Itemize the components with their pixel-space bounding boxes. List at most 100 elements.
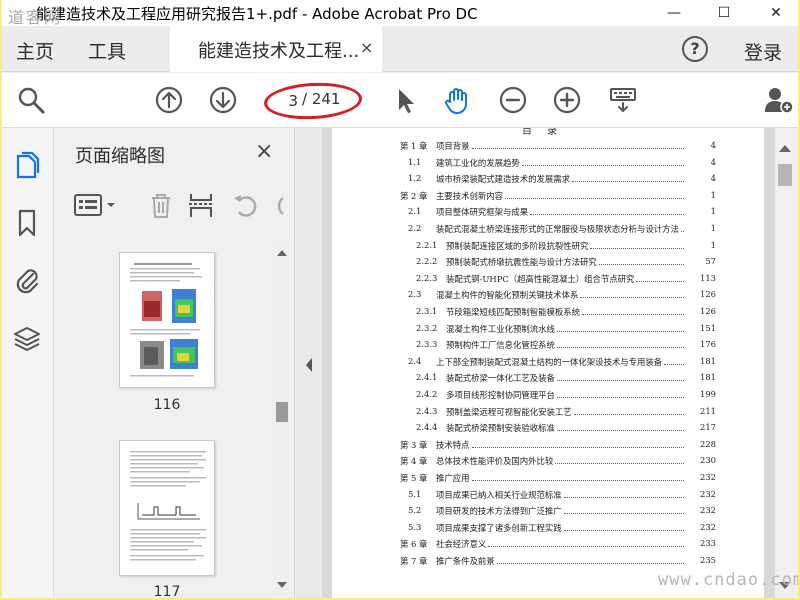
toc-entry[interactable]: 2.4.3 预制盖梁远程可视智能化安装工艺 211 — [332, 406, 764, 418]
close-window-button[interactable]: ✕ — [758, 0, 794, 26]
toc-entry-title: 项目成果已纳入相关行业规范标准 — [436, 489, 562, 500]
toc-entry-page: 57 — [705, 256, 716, 267]
bookmark-icon[interactable] — [13, 208, 41, 238]
tab-tools[interactable]: 工具 — [88, 37, 126, 64]
zoom-out-icon[interactable] — [498, 85, 528, 115]
toc-entry[interactable]: 2.2.3 装配式钢-UHPC（超高性能混凝土）组合节点研究 113 — [332, 273, 764, 285]
page-total-label: / 241 — [302, 90, 341, 108]
select-arrow-icon[interactable] — [390, 85, 420, 115]
toc-leader-dots — [574, 413, 684, 415]
toc-entry[interactable]: 2.4.4 装配式桥梁预制安装验收标准 217 — [332, 422, 764, 434]
layers-icon[interactable] — [13, 324, 41, 354]
toc-entry-page: 232 — [700, 521, 716, 532]
toc-entry[interactable]: 2.3.2 混凝土构件工业化预制流水线 151 — [332, 323, 764, 335]
panel-splitter[interactable] — [296, 128, 322, 598]
toc-leader-dots — [557, 397, 684, 398]
page-thumbnails-icon[interactable] — [13, 150, 41, 180]
toc-leader-dots — [599, 264, 684, 266]
toc-entry[interactable]: 第 1 章项目背景 4 — [332, 140, 764, 152]
document-view[interactable]: 目 录 第 1 章项目背景 4 1.1 建筑工业化的发展趋势 4 1.2 城市桥梁装配式建造… — [322, 128, 774, 598]
toc-entry[interactable]: 2.2.1 预制装配连接区域的多阶段抗裂性研究 1 — [332, 240, 764, 252]
thumbnail-page-number: 116 — [153, 397, 181, 413]
page-down-icon[interactable] — [208, 85, 238, 115]
toc-entry[interactable]: 2.1 项目整体研究框架与成果 1 — [332, 206, 764, 218]
tab-document[interactable]: 能建造技术及工程... × — [170, 26, 382, 72]
tab-bar: 主页 工具 能建造技术及工程... × ? 登录 — [2, 26, 798, 72]
toc-entry[interactable]: 5.1 项目成果已纳入相关行业规范标准 232 — [332, 489, 764, 501]
attachment-icon[interactable] — [13, 264, 41, 294]
toc-entry-number: 2.2.2 — [416, 256, 438, 267]
toc-entry[interactable]: 2.3.1 节段箱梁短线匹配预制智能模板系统 126 — [332, 306, 764, 318]
extract-page-icon[interactable] — [187, 190, 215, 220]
minimize-button[interactable]: — — [656, 0, 692, 26]
toc-entry[interactable]: 第 7 章推广条件及前景 235 — [332, 555, 764, 567]
toc-heading: 目 录 — [522, 128, 564, 137]
search-icon[interactable] — [16, 85, 46, 115]
toc-entry-title: 推广条件及前景 — [436, 556, 495, 566]
keyboard-icon[interactable] — [608, 85, 638, 115]
toc-entry[interactable]: 2.4.1 装配式桥梁一体化工艺及装备 181 — [332, 372, 764, 384]
toc-leader-dots — [505, 197, 684, 199]
toc-entry-page: 211 — [700, 405, 716, 416]
toc-entry[interactable]: 1.2 城市桥梁装配式建造技术的发展需求 4 — [332, 173, 764, 185]
site-url-watermark: www.cndao.com — [658, 570, 798, 590]
toc-entry-page: 228 — [700, 438, 716, 449]
maximize-button[interactable]: ☐ — [706, 0, 742, 26]
delete-page-icon[interactable] — [147, 190, 175, 220]
thumbnail-page[interactable] — [119, 440, 215, 576]
toc-entry[interactable]: 5.3 项目成果支撑了诸多创新工程实践 232 — [332, 522, 764, 534]
zoom-in-icon[interactable] — [552, 85, 582, 115]
thumbnail-page[interactable] — [119, 252, 215, 388]
toc-entry[interactable]: 2.3 混凝土构件的智能化预制关键技术体系 126 — [332, 289, 764, 301]
acrobat-window: 能建造技术及工程应用研究报告1+.pdf - Adobe Acrobat Pro… — [2, 0, 798, 598]
toc-entry[interactable]: 5.2 项目研发的技术方法得到广泛推广 232 — [332, 505, 764, 517]
toc-entry-page: 232 — [700, 472, 716, 482]
toc-entry[interactable]: 2.2 装配式混凝土桥梁连接形式的正常服役与极限状态分析与设计方法 1 — [332, 223, 764, 235]
toc-entry-number: 2.4.4 — [416, 422, 438, 433]
toc-entry-number: 2.2 — [408, 223, 422, 233]
toc-entry[interactable]: 第 3 章技术特点 228 — [332, 439, 764, 451]
page-up-icon[interactable] — [154, 85, 184, 115]
thumbnail-list[interactable]: 116 117 — [55, 234, 275, 598]
toc-entry-number: 2.3.3 — [416, 339, 438, 350]
toc-entry[interactable]: 第 2 章主要技术创新内容 1 — [332, 190, 764, 202]
toc-leader-dots — [530, 214, 684, 216]
toc-entry-number: 第 7 章 — [400, 556, 428, 566]
rotate-counterclockwise-icon[interactable] — [231, 190, 259, 220]
toc-entry-title: 混凝土构件的智能化预制关键技术体系 — [436, 290, 579, 301]
toc-entry[interactable]: 2.4.2 多项目线形控制协同管理平台 199 — [332, 389, 764, 401]
toc-entry[interactable]: 2.2.2 预制装配式桥墩抗震性能与设计方法研究 57 — [332, 256, 764, 268]
toc-entry-title: 项目成果支撑了诸多创新工程实践 — [436, 522, 562, 533]
toc-entry[interactable]: 1.1 建筑工业化的发展趋势 4 — [332, 157, 764, 169]
add-user-icon[interactable] — [764, 85, 794, 115]
toc-entry[interactable]: 第 4 章总体技术性能评价及国内外比较 230 — [332, 455, 764, 467]
toc-entry-number: 2.1 — [408, 206, 422, 217]
hand-icon[interactable] — [442, 85, 472, 115]
left-navigation-rail — [2, 128, 54, 598]
tab-home[interactable]: 主页 — [16, 37, 54, 64]
thumbnail-options-icon[interactable] — [73, 190, 119, 220]
toc-entry-number: 5.1 — [408, 488, 422, 499]
toc-entry[interactable]: 第 6 章社会经济意义 233 — [332, 538, 764, 550]
help-button[interactable]: ? — [682, 36, 708, 62]
close-tab-button[interactable]: × — [360, 38, 373, 57]
login-button[interactable]: 登录 — [744, 38, 782, 65]
toc-leader-dots — [497, 563, 684, 564]
thumbnail-scrollbar[interactable] — [274, 240, 290, 598]
window-title: 能建造技术及工程应用研究报告1+.pdf - Adobe Acrobat Pro… — [36, 5, 478, 23]
toc-entry-page: 1 — [710, 189, 716, 200]
toc-entry[interactable]: 2.4 上下部全预制装配式混凝土结构的一体化架设技术与专用装备 181 — [332, 356, 764, 368]
document-scrollbar[interactable] — [774, 128, 794, 598]
page-number-input[interactable] — [268, 89, 298, 113]
toc-leader-dots — [557, 380, 684, 382]
toc-entry[interactable]: 2.3.3 预制构件工厂信息化管控系统 176 — [332, 339, 764, 351]
rotate-clockwise-icon[interactable] — [267, 190, 287, 220]
toc-entry-title: 项目研发的技术方法得到广泛推广 — [436, 506, 562, 517]
toc-entry-number: 2.2.1 — [416, 239, 438, 250]
toc-entry-page: 126 — [700, 306, 716, 316]
toc-leader-dots — [564, 496, 684, 498]
toc-entry-title: 项目整体研究框架与成果 — [436, 207, 529, 218]
collapse-panel-icon[interactable] — [296, 128, 322, 598]
close-panel-button[interactable]: × — [255, 139, 273, 164]
toc-entry[interactable]: 第 5 章推广应用 232 — [332, 472, 764, 484]
